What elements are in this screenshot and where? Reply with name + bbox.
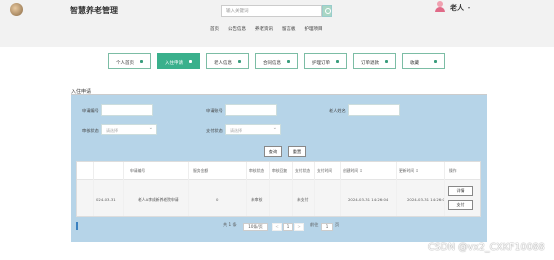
user-name[interactable]: 老人 (450, 3, 464, 13)
card-care-orders[interactable]: 护理订单 (304, 53, 347, 69)
detail-button[interactable]: 详情 (448, 186, 473, 196)
account-field[interactable] (225, 104, 277, 116)
col-updated[interactable]: 更新时间 ↕ (397, 162, 445, 180)
lock-icon (385, 60, 388, 63)
search-input[interactable]: 输入关键词 (221, 5, 322, 17)
filter-label-elder-name: 老人姓名 (329, 108, 346, 113)
nav-care-items[interactable]: 护理项目 (305, 26, 323, 34)
pay-status-select[interactable]: 请选择 (225, 124, 281, 135)
cell-amount: 0 (189, 180, 247, 216)
col-review-status: 审核状态 (247, 162, 270, 180)
card-elder-info[interactable]: 老人信息 (206, 53, 249, 69)
filter-label-review-status: 审核状态 (82, 128, 99, 133)
cell-updated: 2024-03-31 14:26:04 (397, 180, 445, 216)
reset-button[interactable]: 重置 (288, 146, 306, 157)
cell-review-status: 未审核 (247, 180, 270, 216)
filter-label-application-no: 申请编号 (82, 108, 99, 113)
data-table: 申请编号 服务金额 审核状态 审核回复 支付状态 支付时间 创建时间 ↕ 更新时… (76, 161, 481, 217)
page-size-select[interactable]: 10条/页 (243, 223, 268, 231)
card-favorites[interactable]: 收藏 (402, 53, 445, 69)
col-created[interactable]: 创建时间 ↕ (341, 162, 397, 180)
cell-created: 2024-03-31 14:26:04 (341, 180, 397, 216)
application-no-field[interactable] (101, 104, 153, 116)
goto-label: 前往 (310, 222, 319, 227)
next-page-button[interactable]: > (294, 223, 304, 231)
avatar[interactable] (435, 1, 445, 12)
col-pay-status: 支付状态 (293, 162, 315, 180)
nav-news[interactable]: 养老资讯 (255, 26, 273, 34)
lock-icon (140, 60, 143, 63)
nav-announcements[interactable]: 公告信息 (228, 26, 246, 34)
nav-home[interactable]: 首页 (210, 26, 219, 34)
app-title: 智慧养老管理 (70, 6, 118, 15)
elder-name-field[interactable] (348, 104, 400, 116)
prev-page-button[interactable]: < (272, 223, 282, 231)
cell-review-reply (270, 180, 293, 216)
pay-button[interactable]: 支付 (448, 200, 473, 210)
card-admission-application[interactable]: 入住申请 (157, 53, 200, 69)
cell-pay-time (315, 180, 341, 216)
cell-index: 024-03-31 (94, 180, 124, 216)
col-select[interactable] (77, 162, 94, 180)
card-order-refund[interactable]: 订单退款 (353, 53, 396, 69)
card-contract-info[interactable]: 合同信息 (255, 53, 298, 69)
col-application-no: 申请编号 (124, 162, 189, 180)
top-header: 智慧养老管理 输入关键词 老人 ▾ 首页 公告信息 养老资讯 留言板 护理项目 (0, 0, 554, 47)
cell-pay-status: 未支付 (293, 180, 315, 216)
chevron-down-icon[interactable]: ▾ (468, 5, 470, 10)
scroll-indicator[interactable] (76, 222, 78, 230)
watermark: CSDN @vx2_CXKF10088 (428, 242, 545, 253)
col-review-reply: 审核回复 (270, 162, 293, 180)
cell-application-no: 老人A李成新养老院申请 (124, 180, 189, 216)
col-pay-time: 支付时间 (315, 162, 341, 180)
col-index (94, 162, 124, 180)
current-page[interactable]: 1 (283, 223, 293, 231)
search-icon[interactable] (322, 5, 332, 17)
cell-select[interactable] (77, 180, 94, 216)
main-nav: 首页 公告信息 养老资讯 留言板 护理项目 (210, 26, 323, 34)
nav-message-board[interactable]: 留言板 (282, 26, 296, 34)
lock-icon (336, 60, 339, 63)
pager-total: 共 1 条 (223, 222, 237, 227)
filter-label-pay-status: 支付状态 (206, 128, 223, 133)
goto-page-field[interactable]: 1 (321, 223, 333, 231)
page-suffix: 页 (335, 222, 340, 227)
app-logo (10, 3, 23, 16)
filter-label-account: 申请账号 (206, 108, 223, 113)
search-button[interactable]: 查询 (264, 146, 282, 157)
lock-icon (238, 60, 241, 63)
lock-icon (189, 60, 192, 63)
col-actions: 操作 (445, 162, 480, 180)
col-amount: 服务金额 (189, 162, 247, 180)
review-status-select[interactable]: 请选择 (101, 124, 157, 135)
lock-icon (287, 60, 290, 63)
card-personal-home[interactable]: 个人首页 (108, 53, 151, 69)
lock-icon (434, 60, 437, 63)
